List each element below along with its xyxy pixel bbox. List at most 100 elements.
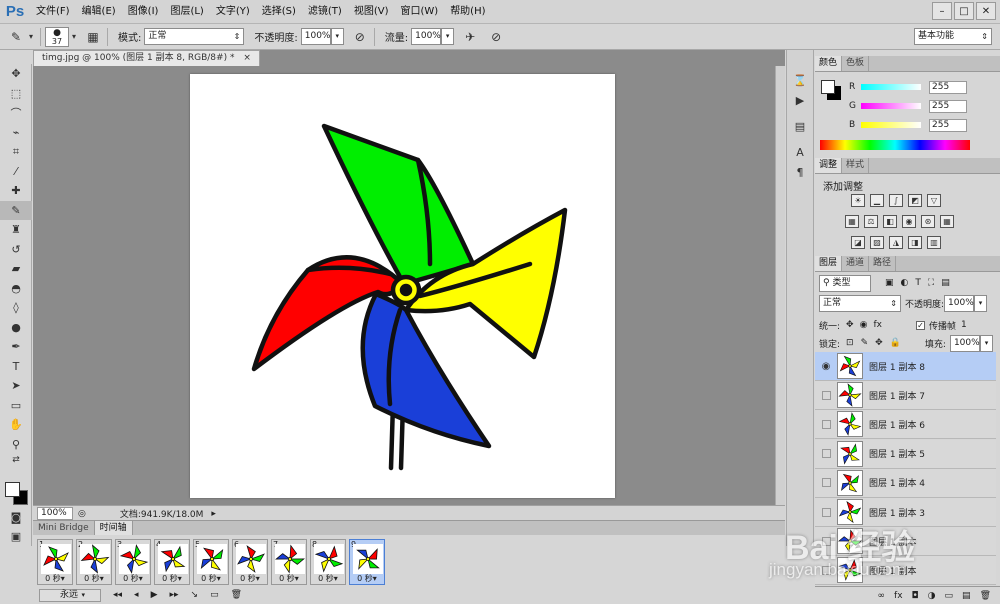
frame-delay[interactable]: 0 秒▾ [272, 573, 306, 584]
zoom-level-field[interactable]: 100% [37, 507, 73, 520]
paint-bucket-tool-icon[interactable]: ◓ [0, 279, 32, 299]
layer-row[interactable]: 图层 1 副本 7 [815, 381, 996, 411]
propagate-checkbox[interactable]: ✓ [915, 320, 925, 330]
lock-position-icon[interactable]: ✥ [875, 338, 883, 348]
frame-delay[interactable]: 0 秒▾ [116, 573, 150, 584]
airbrush-icon[interactable]: ✈ [460, 27, 480, 47]
dodge-tool-icon[interactable]: ● [0, 318, 32, 338]
frame-delay[interactable]: 0 秒▾ [311, 573, 345, 584]
timeline-frame[interactable]: 80 秒▾ [310, 539, 346, 585]
menu-image[interactable]: 图像(I) [122, 0, 165, 24]
selective-color-icon[interactable]: ◨ [908, 236, 922, 249]
menu-file[interactable]: 文件(F) [30, 0, 76, 24]
filter-pixel-icon[interactable]: ▣ [885, 278, 894, 288]
delete-layer-icon[interactable]: 🗑 [980, 591, 991, 601]
tab-paths[interactable]: 路径 [869, 256, 897, 271]
brush-panel-toggle-icon[interactable]: ▦ [83, 27, 103, 47]
actions-panel-icon[interactable]: ▶ [787, 90, 813, 110]
swap-colors-icon[interactable]: ⇄ [0, 454, 32, 466]
color-spectrum-bar[interactable] [820, 140, 970, 150]
layer-row[interactable]: 图层 1 副本 5 [815, 439, 996, 469]
path-selection-tool-icon[interactable]: ➤ [0, 376, 32, 396]
menu-edit[interactable]: 编辑(E) [76, 0, 122, 24]
type-tool-icon[interactable]: T [0, 357, 32, 377]
menu-help[interactable]: 帮助(H) [444, 0, 491, 24]
layer-row[interactable]: 图层 1 副本 4 [815, 468, 996, 498]
levels-icon[interactable]: ▁ [870, 194, 884, 207]
unify-position-icon[interactable]: ✥ [846, 320, 854, 330]
status-arrow-icon[interactable]: ▸ [211, 509, 216, 519]
menu-type[interactable]: 文字(Y) [210, 0, 256, 24]
opacity-field[interactable]: 100% [300, 28, 331, 45]
quick-selection-tool-icon[interactable]: ⌁ [0, 123, 32, 143]
filter-adjustment-icon[interactable]: ◐ [901, 278, 909, 288]
tab-layers[interactable]: 图层 [815, 256, 843, 271]
timeline-frame[interactable]: 40 秒▾ [154, 539, 190, 585]
frame-delay[interactable]: 0 秒▾ [38, 573, 72, 584]
tab-channels[interactable]: 通道 [842, 256, 870, 271]
frame-delay[interactable]: 0 秒▾ [194, 573, 228, 584]
healing-brush-tool-icon[interactable]: ✚ [0, 181, 32, 201]
layer-filter-select[interactable]: ⚲ 类型 [819, 274, 871, 292]
fill-dropdown[interactable]: ▾ [979, 334, 993, 352]
lock-pixels-icon[interactable]: ✎ [861, 338, 869, 348]
visibility-toggle[interactable] [815, 449, 837, 459]
visibility-toggle[interactable] [815, 390, 837, 400]
brush-preset-dropdown-icon[interactable]: ▾ [69, 27, 79, 47]
history-panel-icon[interactable]: ⌛ [787, 70, 813, 90]
tween-icon[interactable]: ↘ [191, 590, 199, 600]
opacity-dropdown[interactable]: ▾ [330, 28, 344, 45]
workspace-select[interactable]: 基本功能 ⇕ [914, 28, 992, 45]
black-white-icon[interactable]: ◧ [883, 215, 897, 228]
tool-preset-dropdown-icon[interactable]: ▾ [26, 27, 36, 47]
history-brush-tool-icon[interactable]: ↺ [0, 240, 32, 260]
frame-delay[interactable]: 0 秒▾ [155, 573, 189, 584]
timeline-frame[interactable]: 30 秒▾ [115, 539, 151, 585]
menu-window[interactable]: 窗口(W) [394, 0, 444, 24]
tab-adjustments[interactable]: 调整 [815, 158, 843, 173]
brush-tool-icon[interactable]: ✎ [0, 200, 32, 220]
eyedropper-tool-icon[interactable]: ⁄ [0, 162, 32, 182]
character-panel-icon[interactable]: A [787, 142, 813, 162]
zoom-tool-icon[interactable]: ⚲ [0, 435, 32, 455]
crop-tool-icon[interactable]: ⌗ [0, 142, 32, 162]
play-icon[interactable]: ▶ [151, 590, 158, 600]
lasso-tool-icon[interactable]: ⌒ [0, 103, 32, 123]
blue-slider[interactable] [861, 122, 921, 128]
hue-saturation-icon[interactable]: ▦ [845, 215, 859, 228]
eraser-tool-icon[interactable]: ▰ [0, 259, 32, 279]
brightness-icon[interactable]: ☀ [851, 194, 865, 207]
vibrance-icon[interactable]: ▽ [927, 194, 941, 207]
lock-all-icon[interactable]: 🔒 [890, 338, 901, 348]
visibility-toggle[interactable] [815, 478, 837, 488]
document-tab[interactable]: timg.jpg @ 100% (图层 1 副本 8, RGB/8#) * × [33, 50, 260, 66]
pressure-opacity-icon[interactable]: ⊘ [350, 27, 370, 47]
exposure-icon[interactable]: ◩ [908, 194, 922, 207]
brush-presets-panel-icon[interactable]: ▤ [787, 116, 813, 136]
menu-layer[interactable]: 图层(L) [164, 0, 209, 24]
posterize-icon[interactable]: ▨ [870, 236, 884, 249]
fill-field[interactable]: 100% [949, 334, 980, 352]
layer-opacity-dropdown[interactable]: ▾ [974, 294, 988, 312]
add-mask-icon[interactable]: ◘ [912, 591, 919, 601]
first-frame-icon[interactable]: ◂◂ [113, 590, 122, 600]
pen-tool-icon[interactable]: ✒ [0, 337, 32, 357]
eye-icon[interactable]: ◉ [815, 361, 837, 372]
timeline-frame[interactable]: 70 秒▾ [271, 539, 307, 585]
pressure-size-icon[interactable]: ⊘ [486, 27, 506, 47]
red-value-field[interactable]: 255 [929, 80, 967, 94]
layer-row[interactable]: 图层 1 副本 6 [815, 410, 996, 440]
frame-delay[interactable]: 0 秒▾ [77, 573, 111, 584]
green-value-field[interactable]: 255 [929, 99, 967, 113]
blend-mode-select[interactable]: 正常 ⇕ [819, 294, 901, 312]
blur-tool-icon[interactable]: ◊ [0, 298, 32, 318]
duplicate-frame-icon[interactable]: ▭ [210, 590, 219, 600]
color-balance-icon[interactable]: ⚖ [864, 215, 878, 228]
shape-tool-icon[interactable]: ▭ [0, 396, 32, 416]
timeline-frame[interactable]: 20 秒▾ [76, 539, 112, 585]
tab-styles[interactable]: 样式 [842, 158, 870, 173]
channel-mixer-icon[interactable]: ⊛ [921, 215, 935, 228]
layer-opacity-field[interactable]: 100% [944, 294, 975, 312]
filter-smart-object-icon[interactable]: ▤ [941, 278, 950, 288]
timeline-frame[interactable]: 60 秒▾ [232, 539, 268, 585]
